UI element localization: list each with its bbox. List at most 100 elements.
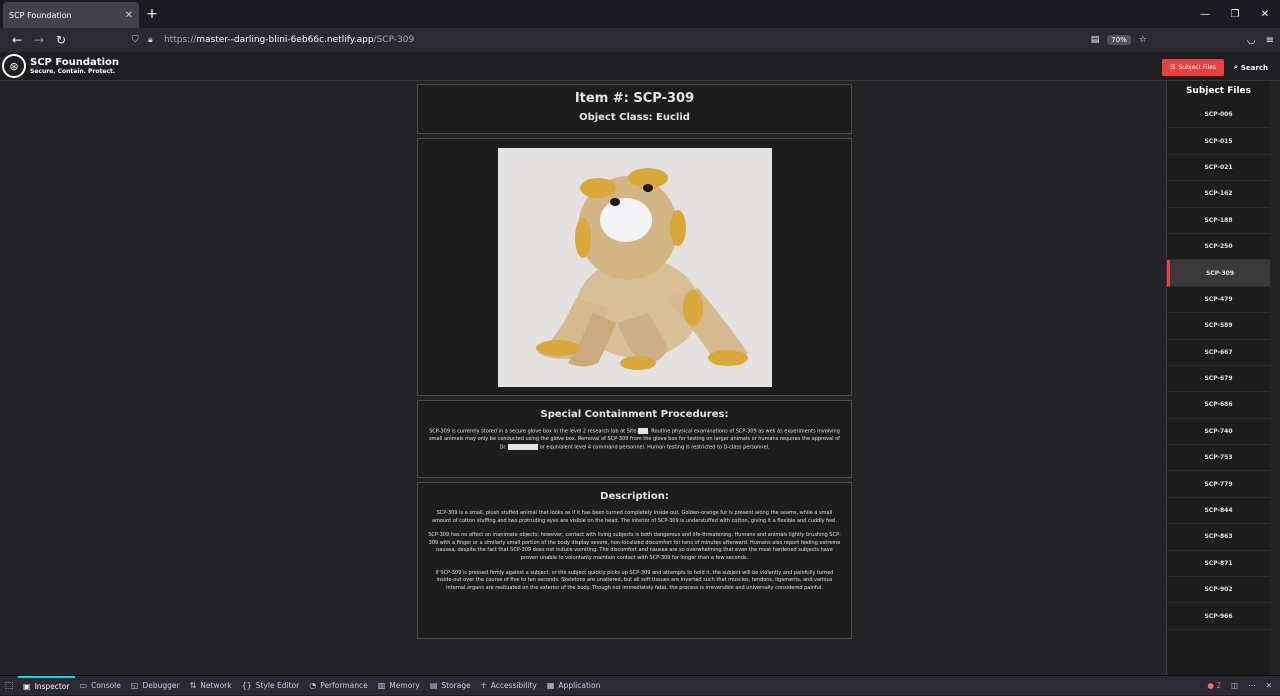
url-bar[interactable]: ⛉ 🔒︎ https://master--darling-blini-6eb66… [132, 30, 1081, 50]
devtools-tab-debugger[interactable]: ◱ Debugger [126, 676, 185, 696]
description-paragraph-1: SCP-309 is a small, plush stuffed animal… [431, 510, 838, 524]
reader-view-icon[interactable]: ▤ [1091, 35, 1100, 45]
devtools-tab-inspector[interactable]: ▣ Inspector [18, 675, 75, 696]
sidebar-item-scp-309[interactable]: SCP-309 [1167, 260, 1270, 287]
devtools-tab-icon: ☥ [480, 681, 487, 690]
devtools-tab-performance[interactable]: ◔ Performance [304, 676, 373, 696]
sidebar-item-scp-162[interactable]: SCP-162 [1167, 181, 1270, 208]
sidebar-item-scp-679[interactable]: SCP-679 [1167, 366, 1270, 393]
tab-close-icon[interactable]: ✕ [125, 10, 133, 21]
sidebar-item-scp-667[interactable]: SCP-667 [1167, 340, 1270, 366]
devtools-tab-icon: ▭ [79, 681, 88, 690]
procedures-heading: Special Containment Procedures: [540, 409, 729, 420]
object-class: Object Class: Euclid [579, 112, 690, 123]
subject-files-label: Subject Files [1178, 64, 1216, 71]
devtools-tab-icon: ▦ [546, 681, 555, 690]
devtools-tab-accessibility[interactable]: ☥ Accessibility [476, 676, 542, 696]
devtools-tab-network[interactable]: ⇅ Network [185, 676, 237, 696]
sidebar-item-scp-966[interactable]: SCP-966 [1167, 603, 1270, 630]
procedures-text-3: or equivalent level 4 command personnel.… [538, 444, 770, 451]
more-options-icon[interactable]: ⋯ [1248, 681, 1256, 690]
sidebar-item-scp-006[interactable]: SCP-006 [1167, 102, 1270, 129]
procedures-text: SCP-309 is currently stored in a secure … [428, 428, 841, 452]
devtools-tab-storage[interactable]: ▤ Storage [425, 676, 476, 696]
back-icon[interactable]: ← [6, 29, 28, 51]
devtools-tab-console[interactable]: ▭ Console [75, 676, 126, 696]
article: Item #: SCP-309 Object Class: Euclid Spe… [417, 84, 852, 643]
sidebar-heading: Subject Files [1185, 86, 1252, 96]
pocket-icon[interactable]: ◡ [1247, 35, 1256, 46]
devtools-tab-icon: ▥ [377, 681, 386, 690]
tab-title: SCP Foundation [9, 10, 72, 20]
sidebar-item-scp-753[interactable]: SCP-753 [1167, 445, 1270, 472]
redaction-bar [638, 428, 649, 434]
devtools-tab-label: Debugger [142, 681, 180, 690]
devtools-tab-label: Performance [320, 681, 368, 690]
close-window-icon[interactable]: ✕ [1250, 0, 1280, 28]
sidebar-item-scp-844[interactable]: SCP-844 [1167, 498, 1270, 525]
search-icon: ⌕ [1233, 63, 1238, 71]
browser-tabbar: SCP Foundation ✕ + — ❐ ✕ [0, 0, 1280, 28]
devtools-tab-icon: ◔ [309, 681, 317, 690]
error-count[interactable]: ● 2 [1207, 681, 1221, 690]
sidebar-item-scp-589[interactable]: SCP-589 [1167, 313, 1270, 340]
sidebar-item-scp-015[interactable]: SCP-015 [1167, 128, 1270, 155]
description-paragraph-3: If SCP-309 is pressed firmly against a s… [435, 569, 834, 591]
sidebar-item-scp-740[interactable]: SCP-740 [1167, 419, 1270, 446]
url-path: /SCP-309 [373, 35, 415, 45]
sidebar-item-scp-779[interactable]: SCP-779 [1167, 471, 1270, 498]
bookmark-star-icon[interactable]: ☆ [1139, 35, 1147, 45]
devtools-tab-label: Memory [389, 681, 420, 690]
subject-files-sidebar: Subject Files SCP-006 SCP-015 SCP-021 SCP-1… [1166, 81, 1270, 675]
brand-title: SCP Foundation [30, 56, 119, 68]
devtools-tabs: ▣ Inspector ▭ Console ◱ Debugger ⇅ Network{} Sty… [18, 675, 605, 696]
search-button[interactable]: ⌕ Search [1234, 63, 1268, 72]
devtools-tab-label: Console [91, 681, 121, 690]
sidebar-item-scp-902[interactable]: SCP-902 [1167, 577, 1270, 604]
browser-navbar: ← → ↻ ⛉ 🔒︎ https://master--darling-blini… [0, 28, 1280, 52]
element-picker-icon[interactable]: ⬚ [0, 681, 18, 691]
browser-tab[interactable]: SCP Foundation ✕ [3, 2, 139, 28]
dock-icon[interactable]: ◫ [1231, 681, 1238, 690]
lock-icon[interactable]: 🔒︎ [148, 35, 164, 45]
devtools-tab-icon: ⇅ [189, 681, 197, 690]
description-section: Description: SCP-309 is a small, plush s… [417, 482, 852, 639]
devtools-tab-icon: {} [241, 681, 252, 690]
restore-icon[interactable]: ❐ [1220, 0, 1250, 28]
sidebar-item-scp-686[interactable]: SCP-686 [1167, 392, 1270, 419]
new-tab-button[interactable]: + [139, 0, 165, 28]
brand[interactable]: SCP Foundation Secure. Contain. Protect. [30, 56, 119, 75]
sidebar-item-scp-250[interactable]: SCP-250 [1167, 234, 1270, 261]
page-scrollbar[interactable] [1270, 81, 1280, 675]
sidebar-item-scp-871[interactable]: SCP-871 [1167, 551, 1270, 578]
plush-toy-image [497, 147, 772, 387]
forward-icon[interactable]: → [28, 29, 50, 51]
containment-procedures-section: Special Containment Procedures: SCP-309 … [417, 400, 852, 478]
subject-files-button[interactable]: ☰ Subject Files [1162, 59, 1224, 76]
devtools-tab-icon: ▣ [23, 682, 31, 691]
sidebar-item-scp-863[interactable]: SCP-863 [1167, 524, 1270, 551]
menu-icon[interactable]: ≡ [1266, 35, 1274, 46]
item-title: Item #: SCP-309 [574, 91, 695, 106]
sidebar-item-scp-188[interactable]: SCP-188 [1167, 208, 1270, 234]
procedures-text-1: SCP-309 is currently stored in a secure … [429, 428, 639, 435]
zoom-level[interactable]: 70% [1107, 35, 1131, 45]
devtools-tab-label: Application [558, 681, 601, 690]
devtools-tab-memory[interactable]: ▥ Memory [373, 676, 425, 696]
reload-icon[interactable]: ↻ [50, 29, 72, 51]
devtools-tab-application[interactable]: ▦ Application [542, 676, 605, 696]
hamburger-icon: ☰ [1170, 64, 1176, 71]
close-devtools-icon[interactable]: ✕ [1266, 681, 1272, 690]
minimize-icon[interactable]: — [1190, 0, 1220, 28]
title-panel: Item #: SCP-309 Object Class: Euclid [417, 84, 852, 134]
devtools-tab-icon: ◱ [130, 681, 139, 690]
devtools-tab-style-editor[interactable]: {} Style Editor [237, 676, 305, 696]
scp-logo-icon[interactable]: ⊛ [2, 54, 26, 78]
sidebar-item-scp-479[interactable]: SCP-479 [1167, 287, 1270, 314]
shield-icon[interactable]: ⛉ [132, 35, 148, 45]
sidebar-item-scp-021[interactable]: SCP-021 [1167, 155, 1270, 182]
devtools-tab-label: Style Editor [255, 681, 300, 690]
devtools-tab-label: Storage [441, 681, 471, 690]
description-heading: Description: [600, 491, 669, 502]
devtools-tab-icon: ▤ [429, 681, 438, 690]
